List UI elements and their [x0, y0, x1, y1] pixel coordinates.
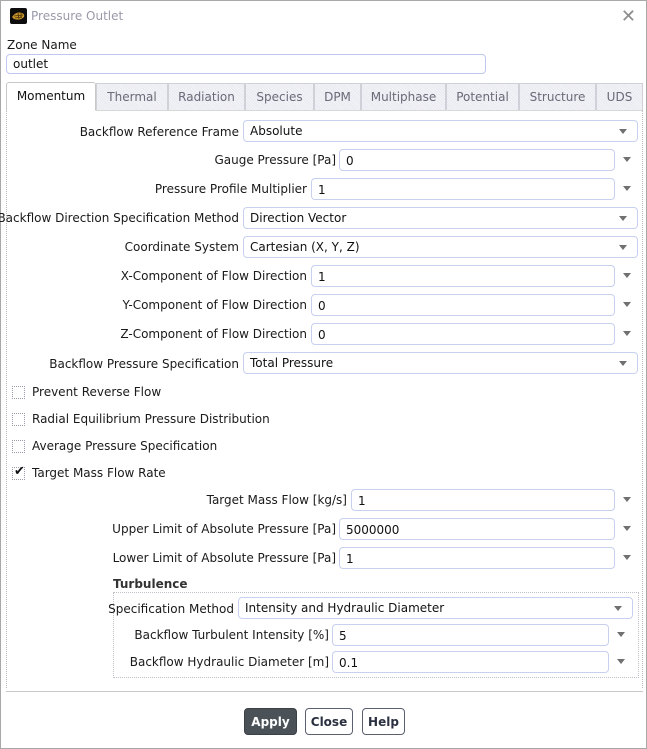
turbulence-group-title: Turbulence — [113, 577, 188, 591]
pressure-profile-multiplier-label: Pressure Profile Multiplier — [154, 182, 307, 196]
chevron-down-icon — [619, 361, 627, 366]
gauge-pressure-input[interactable]: 0 — [339, 149, 615, 171]
tab-thermal[interactable]: Thermal — [96, 83, 168, 111]
turbulent-intensity-dropdown-icon[interactable] — [617, 632, 625, 637]
tab-label: Multiphase — [370, 90, 437, 104]
select-value: Direction Vector — [250, 211, 347, 225]
z-component-label: Z-Component of Flow Direction — [120, 327, 307, 341]
tab-label: Structure — [529, 90, 586, 104]
lower-limit-input[interactable]: 1 — [339, 547, 615, 569]
turbulent-intensity-input[interactable]: 5 — [332, 624, 609, 646]
backflow-direction-method-select[interactable]: Direction Vector — [243, 207, 638, 229]
backflow-reference-frame-select[interactable]: Absolute — [243, 120, 638, 142]
y-component-input[interactable]: 0 — [311, 294, 615, 316]
upper-limit-label: Upper Limit of Absolute Pressure [Pa] — [112, 522, 336, 536]
checkbox-label: Target Mass Flow Rate — [32, 466, 166, 480]
window-title: Pressure Outlet — [31, 9, 124, 23]
tab-momentum[interactable]: Momentum — [6, 82, 96, 111]
chevron-down-icon — [619, 216, 627, 221]
chevron-down-icon — [619, 129, 627, 134]
hydraulic-diameter-label: Backflow Hydraulic Diameter [m] — [129, 655, 329, 669]
specification-method-label: Specification Method — [108, 602, 234, 616]
close-icon[interactable]: ✕ — [621, 6, 636, 27]
tab-label: DPM — [324, 90, 351, 104]
target-mass-flow-label: Target Mass Flow [kg/s] — [206, 493, 347, 507]
close-button[interactable]: Close — [305, 708, 353, 735]
hydraulic-diameter-input[interactable]: 0.1 — [332, 651, 609, 673]
tab-label: Radiation — [178, 90, 235, 104]
backflow-direction-method-label: Backflow Direction Specification Method — [0, 211, 239, 225]
tab-structure[interactable]: Structure — [519, 83, 596, 111]
upper-limit-dropdown-icon[interactable] — [623, 526, 631, 531]
x-component-dropdown-icon[interactable] — [623, 273, 631, 278]
select-value: Total Pressure — [250, 356, 334, 370]
checkbox-box[interactable]: ✔ — [12, 464, 25, 480]
tab-potential[interactable]: Potential — [446, 83, 519, 111]
checkbox-label: Prevent Reverse Flow — [32, 385, 162, 399]
checkbox-label: Radial Equilibrium Pressure Distribution — [32, 412, 270, 426]
tab-label: Momentum — [16, 89, 86, 103]
tab-multiphase[interactable]: Multiphase — [361, 83, 446, 111]
backflow-pressure-spec-label: Backflow Pressure Specification — [49, 357, 239, 371]
select-value: Absolute — [250, 124, 303, 138]
apply-button[interactable]: Apply — [244, 708, 297, 735]
checkbox-box[interactable] — [12, 386, 25, 399]
tab-uds[interactable]: UDS — [596, 83, 643, 111]
chevron-down-icon — [614, 606, 622, 611]
hydraulic-diameter-dropdown-icon[interactable] — [617, 659, 625, 664]
chevron-down-icon — [619, 245, 627, 250]
upper-limit-input[interactable]: 5000000 — [339, 518, 615, 540]
help-button[interactable]: Help — [362, 708, 405, 735]
tab-label: Thermal — [107, 90, 157, 104]
title-bar: Pressure Outlet ✕ — [1, 1, 646, 33]
tab-radiation[interactable]: Radiation — [168, 83, 245, 111]
pressure-profile-multiplier-input[interactable]: 1 — [311, 178, 615, 200]
zone-name-input[interactable] — [6, 54, 486, 74]
backflow-pressure-spec-select[interactable]: Total Pressure — [243, 352, 638, 374]
target-mass-flow-dropdown-icon[interactable] — [623, 497, 631, 502]
tab-label: Species — [256, 90, 303, 104]
checkbox-box[interactable] — [12, 413, 25, 426]
fluent-app-icon — [10, 8, 27, 24]
coordinate-system-select[interactable]: Cartesian (X, Y, Z) — [243, 236, 638, 258]
lower-limit-label: Lower Limit of Absolute Pressure [Pa] — [112, 551, 336, 565]
checkbox-label: Average Pressure Specification — [32, 439, 218, 453]
tab-species[interactable]: Species — [245, 83, 314, 111]
lower-limit-dropdown-icon[interactable] — [623, 555, 631, 560]
tab-label: UDS — [606, 90, 633, 104]
footer-divider — [6, 691, 643, 692]
z-component-dropdown-icon[interactable] — [623, 331, 631, 336]
gauge-pressure-label: Gauge Pressure [Pa] — [214, 153, 336, 167]
tab-bar: Momentum Thermal Radiation Species DPM M… — [6, 82, 643, 111]
select-value: Cartesian (X, Y, Z) — [250, 240, 360, 254]
checkbox-box[interactable] — [12, 440, 25, 453]
tab-dpm[interactable]: DPM — [314, 83, 361, 111]
pressure-profile-multiplier-dropdown-icon[interactable] — [623, 186, 631, 191]
checkmark-icon: ✔ — [14, 464, 25, 479]
zone-name-label: Zone Name — [7, 38, 77, 52]
pressure-outlet-dialog: Pressure Outlet ✕ Zone Name Momentum The… — [0, 0, 647, 749]
x-component-label: X-Component of Flow Direction — [120, 269, 307, 283]
y-component-label: Y-Component of Flow Direction — [122, 298, 307, 312]
target-mass-flow-input[interactable]: 1 — [351, 489, 615, 511]
specification-method-select[interactable]: Intensity and Hydraulic Diameter — [238, 597, 633, 619]
x-component-input[interactable]: 1 — [311, 265, 615, 287]
tab-label: Potential — [456, 90, 509, 104]
gauge-pressure-dropdown-icon[interactable] — [623, 157, 631, 162]
z-component-input[interactable]: 0 — [311, 323, 615, 345]
turbulent-intensity-label: Backflow Turbulent Intensity [%] — [134, 628, 329, 642]
backflow-reference-frame-label: Backflow Reference Frame — [79, 125, 239, 139]
select-value: Intensity and Hydraulic Diameter — [245, 601, 445, 615]
coordinate-system-label: Coordinate System — [124, 240, 239, 254]
y-component-dropdown-icon[interactable] — [623, 302, 631, 307]
